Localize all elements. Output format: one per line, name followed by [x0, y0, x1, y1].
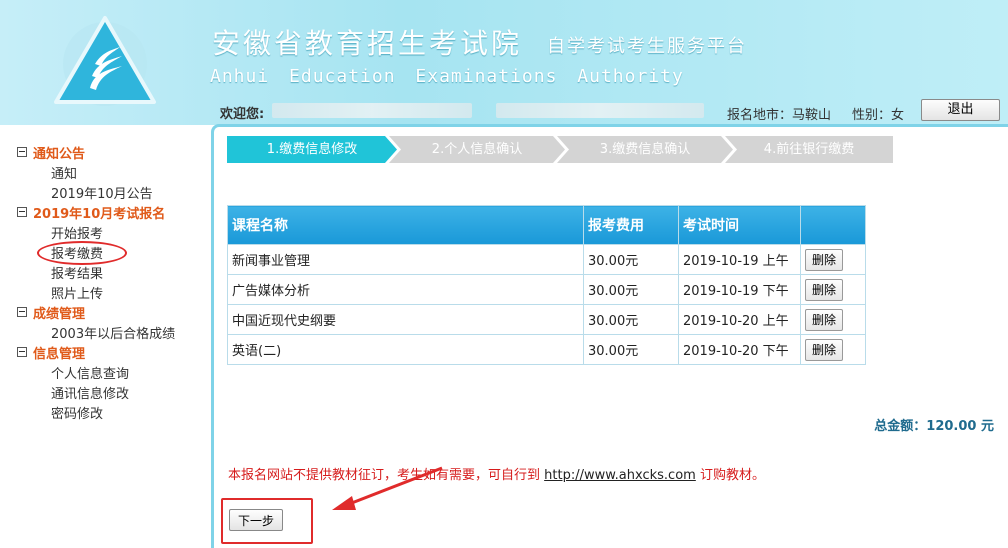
course-name: 中国近现代史纲要 — [227, 304, 584, 335]
sidebar-item-photo-upload[interactable]: 照片上传 — [51, 283, 103, 302]
step-2: 2.个人信息确认 — [389, 136, 565, 163]
sidebar-item-contact-info[interactable]: 通讯信息修改 — [51, 383, 129, 402]
header-action — [800, 205, 866, 245]
fee-table: 课程名称 报考费用 考试时间 新闻事业管理 30.00元 2019-10-19 … — [227, 205, 866, 365]
sidebar-item-registration-result[interactable]: 报考结果 — [51, 263, 103, 282]
exam-time: 2019-10-19 下午 — [678, 274, 801, 305]
delete-button[interactable]: 删除 — [805, 338, 844, 361]
sidebar-category-scores[interactable]: 成绩管理 — [17, 303, 85, 322]
total-amount: 总金额：120.00 元 — [874, 419, 994, 434]
sidebar-item-start-registration[interactable]: 开始报考 — [51, 223, 103, 242]
course-name: 广告媒体分析 — [227, 274, 584, 305]
site-subtitle: 自学考试考生服务平台 — [547, 36, 747, 57]
sidebar-category-info[interactable]: 信息管理 — [17, 343, 85, 362]
sidebar-item-password[interactable]: 密码修改 — [51, 403, 103, 422]
sidebar-item-notice[interactable]: 通知 — [51, 163, 77, 182]
textbook-notice: 本报名网站不提供教材征订，考生如有需要，可自行到 http://www.ahxc… — [228, 468, 765, 483]
table-header-row: 课程名称 报考费用 考试时间 — [227, 205, 866, 245]
header-course: 课程名称 — [227, 205, 584, 245]
course-name: 新闻事业管理 — [227, 244, 584, 275]
logout-button[interactable]: 退出 — [921, 99, 1000, 121]
header-banner: 安徽省教育招生考试院 自学考试考生服务平台 Anhui Education Ex… — [0, 0, 1008, 125]
delete-button[interactable]: 删除 — [805, 308, 844, 331]
gender-info: 性别：女 — [852, 108, 905, 123]
redacted-user-name — [272, 103, 472, 118]
site-title-english: Anhui Education Examinations Authority — [210, 66, 684, 87]
annotation-circle — [37, 241, 127, 265]
step-3: 3.缴费信息确认 — [557, 136, 733, 163]
course-fee: 30.00元 — [583, 304, 679, 335]
sidebar-item-oct-notice[interactable]: 2019年10月公告 — [51, 183, 153, 202]
collapse-icon — [17, 147, 27, 157]
region-info: 报名地市：马鞍山 — [727, 108, 832, 123]
course-fee: 30.00元 — [583, 334, 679, 365]
table-row: 中国近现代史纲要 30.00元 2019-10-20 上午 删除 — [227, 304, 866, 335]
table-row: 英语(二) 30.00元 2019-10-20 下午 删除 — [227, 334, 866, 365]
delete-button[interactable]: 删除 — [805, 248, 844, 271]
collapse-icon — [17, 347, 27, 357]
annotation-arrow-icon — [332, 466, 443, 510]
course-fee: 30.00元 — [583, 274, 679, 305]
step-1: 1.缴费信息修改 — [227, 136, 397, 163]
textbook-site-link[interactable]: http://www.ahxcks.com — [544, 468, 696, 483]
collapse-icon — [17, 307, 27, 317]
site-title: 安徽省教育招生考试院 — [212, 27, 523, 60]
welcome-label: 欢迎您: — [220, 107, 265, 122]
exam-time: 2019-10-20 上午 — [678, 304, 801, 335]
exam-time: 2019-10-20 下午 — [678, 334, 801, 365]
next-step-button[interactable]: 下一步 — [229, 509, 283, 531]
course-fee: 30.00元 — [583, 244, 679, 275]
authority-logo-icon — [54, 16, 156, 106]
sidebar-category-notice[interactable]: 通知公告 — [17, 143, 85, 162]
table-row: 新闻事业管理 30.00元 2019-10-19 上午 删除 — [227, 244, 866, 275]
delete-button[interactable]: 删除 — [805, 278, 844, 301]
header-time: 考试时间 — [678, 205, 801, 245]
redacted-user-id — [496, 103, 704, 118]
step-4: 4.前往银行缴费 — [725, 136, 893, 163]
header-fee: 报考费用 — [583, 205, 679, 245]
sidebar-item-passed-scores[interactable]: 2003年以后合格成绩 — [51, 323, 175, 342]
table-row: 广告媒体分析 30.00元 2019-10-19 下午 删除 — [227, 274, 866, 305]
sidebar-item-personal-info[interactable]: 个人信息查询 — [51, 363, 129, 382]
course-name: 英语(二) — [227, 334, 584, 365]
exam-time: 2019-10-19 上午 — [678, 244, 801, 275]
collapse-icon — [17, 207, 27, 217]
sidebar-category-registration[interactable]: 2019年10月考试报名 — [17, 203, 165, 222]
